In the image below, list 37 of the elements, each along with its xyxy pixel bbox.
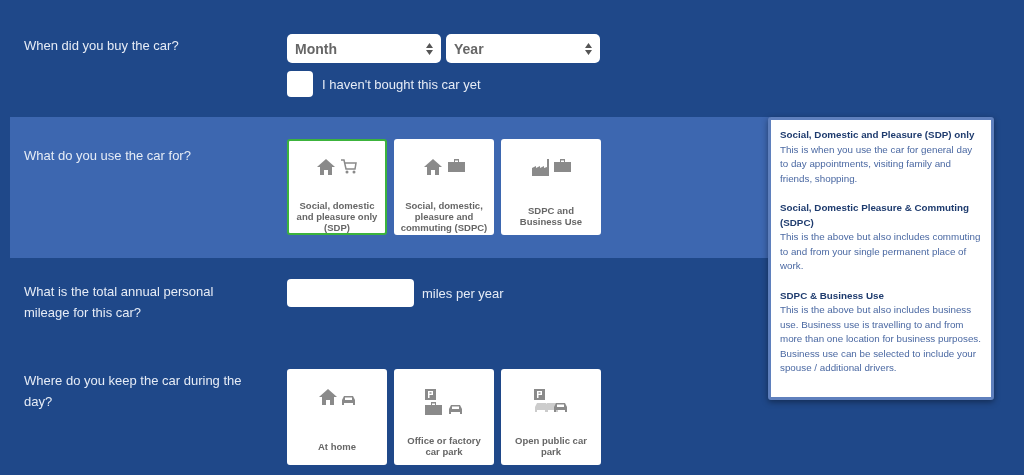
house-icon <box>318 389 337 405</box>
help-title: SDPC & Business Use <box>780 288 885 303</box>
briefcase-icon <box>553 159 571 172</box>
house-icon <box>317 159 335 175</box>
input-field[interactable] <box>287 279 414 307</box>
parking-sign-icon <box>534 389 545 400</box>
question-label: When did you buy the car? <box>24 37 180 55</box>
question-label: Where do you keep the car during the day? <box>24 372 243 411</box>
cart-icon <box>341 159 357 174</box>
help-title: Social, Domestic Pleasure & Commuting (SDPC) <box>780 201 970 230</box>
car-icon <box>340 395 356 406</box>
select-field[interactable]: Year <box>446 34 600 63</box>
checkbox-label: I haven't bought this car yet <box>322 76 481 92</box>
parked-cars-icon <box>534 402 568 413</box>
option-card[interactable]: Social, domestic and pleasure only (SDP) <box>287 139 387 235</box>
select-field[interactable]: Month <box>287 34 441 63</box>
option-card[interactable]: Open public car park <box>501 369 601 465</box>
briefcase-icon <box>447 159 465 172</box>
house-icon <box>423 159 442 175</box>
factory-icon <box>531 159 550 176</box>
option-card[interactable]: SDPC and Business Use <box>501 139 601 235</box>
help-text: This is when you use the car for general day to day appointments, visiting family and friends, shopping. <box>780 142 974 186</box>
option-card[interactable]: Social, domestic, pleasure and commuting (SDPC) <box>394 139 494 235</box>
help-title: Social, Domestic and Pleasure (SDP) only <box>780 128 976 142</box>
briefcase-icon <box>425 402 442 415</box>
car-icon <box>448 404 463 415</box>
sort-arrows-icon <box>426 41 433 56</box>
option-card[interactable]: Office or factory car park <box>394 369 494 465</box>
sort-arrows-icon <box>585 41 592 56</box>
parking-sign-icon <box>425 389 436 400</box>
unit-label: miles per year <box>422 285 504 301</box>
question-label: What do you use the car for? <box>24 147 192 165</box>
help-text: This is the above but also includes business use. Business use is travelling to and from more than one location for business purposes. Business use can be selected to include your spouse / additional drivers. <box>780 303 982 375</box>
checkbox[interactable] <box>287 71 313 97</box>
help-text: This is the above but also includes commuting to and from your single permanent place of work. <box>780 230 982 273</box>
option-card[interactable]: At home <box>287 369 387 465</box>
question-label: What is the total annual personal mileage for this car? <box>24 283 215 322</box>
